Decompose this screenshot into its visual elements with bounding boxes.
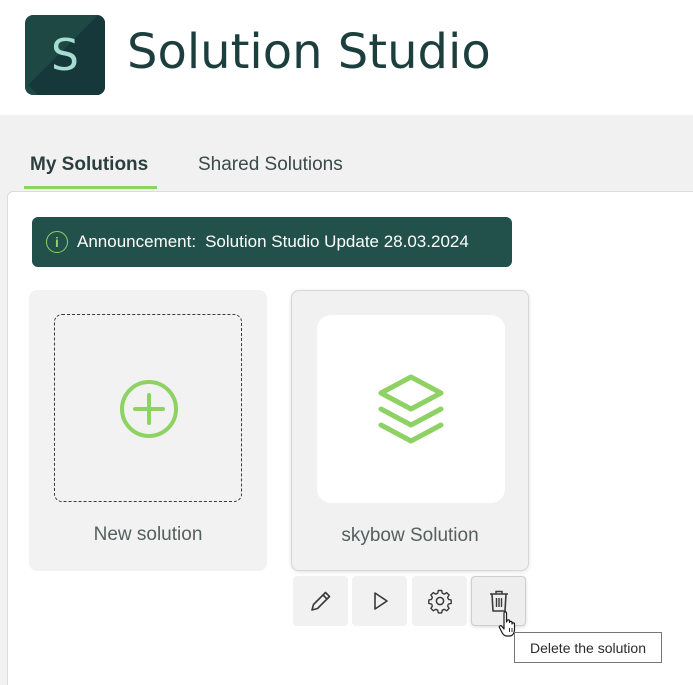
- announcement-text: Solution Studio Update 28.03.2024: [205, 232, 469, 251]
- new-solution-card[interactable]: New solution: [29, 290, 267, 571]
- pencil-icon: [310, 591, 330, 611]
- app-header: S Solution Studio: [0, 0, 693, 115]
- active-tab-indicator: [24, 186, 157, 189]
- solution-card-skybow[interactable]: skybow Solution: [291, 290, 529, 571]
- delete-tooltip: Delete the solution: [514, 632, 662, 663]
- announcement-banner[interactable]: i Announcement: Solution Studio Update 2…: [32, 217, 512, 267]
- solution-card-label: skybow Solution: [341, 525, 479, 546]
- gear-icon: [427, 589, 452, 614]
- solution-thumbnail: [317, 315, 505, 503]
- tab-shared-solutions[interactable]: Shared Solutions: [198, 154, 343, 176]
- run-button[interactable]: [352, 576, 407, 626]
- play-icon: [373, 592, 388, 610]
- new-solution-dropzone: [54, 314, 242, 502]
- settings-button[interactable]: [412, 576, 467, 626]
- layers-icon: [378, 374, 444, 444]
- edit-button[interactable]: [293, 576, 348, 626]
- new-solution-label: New solution: [93, 524, 203, 545]
- announcement-label: Announcement:: [77, 232, 197, 251]
- logo-letter: S: [51, 29, 79, 81]
- app-title: Solution Studio: [127, 24, 491, 80]
- plus-circle-icon: [120, 380, 178, 438]
- info-icon: i: [46, 231, 68, 253]
- app-logo[interactable]: S: [25, 15, 105, 95]
- tab-my-solutions[interactable]: My Solutions: [30, 154, 148, 176]
